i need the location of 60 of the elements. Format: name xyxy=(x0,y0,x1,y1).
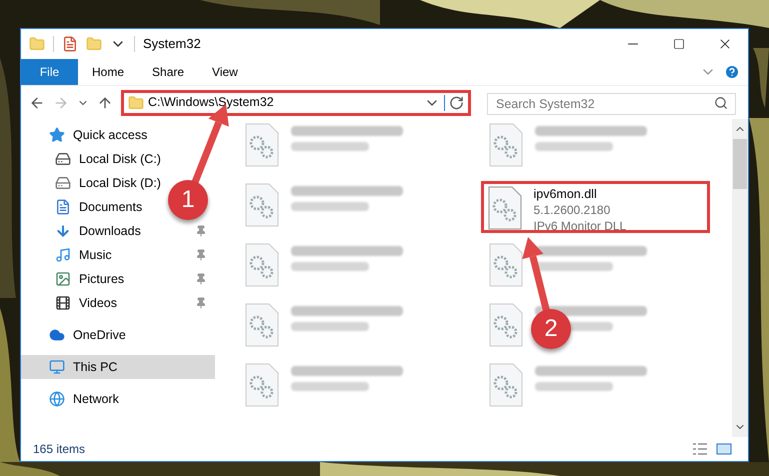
item-count: 165 items xyxy=(33,441,86,458)
pin-icon[interactable] xyxy=(195,225,207,237)
gear-file-icon xyxy=(488,186,522,230)
network-icon xyxy=(49,391,65,407)
gear-file-icon xyxy=(245,363,279,407)
sidebar-item[interactable]: Quick access xyxy=(21,123,152,147)
download-icon xyxy=(55,223,71,239)
up-button[interactable] xyxy=(97,94,113,110)
large-icons-view-icon[interactable] xyxy=(716,442,732,456)
search-field[interactable]: Search System32 xyxy=(487,92,736,114)
monitor-icon xyxy=(49,359,65,375)
gear-file-icon xyxy=(488,303,522,347)
back-button[interactable] xyxy=(29,94,45,110)
properties-icon[interactable] xyxy=(62,36,78,52)
gear-file-icon xyxy=(245,303,279,347)
gear-file-icon xyxy=(245,183,279,227)
scroll-thumb[interactable] xyxy=(733,139,747,189)
ribbon-tab[interactable]: Home xyxy=(78,59,138,85)
sidebar-item[interactable]: This PC xyxy=(21,355,215,379)
gear-file-icon xyxy=(488,363,522,407)
sidebar-item[interactable]: Downloads xyxy=(21,219,145,243)
address-path: C:\Windows\System32 xyxy=(148,94,275,112)
gear-file-icon xyxy=(488,123,522,167)
refresh-button[interactable] xyxy=(444,94,464,110)
drive-icon xyxy=(55,151,71,167)
folder-icon xyxy=(128,94,144,110)
ribbon-tab[interactable]: Share xyxy=(138,59,198,85)
file-detail: IPv6 Monitor DLL xyxy=(534,218,626,234)
drive-icon xyxy=(55,175,71,191)
film-icon xyxy=(55,295,71,311)
details-view-icon[interactable] xyxy=(692,442,708,456)
gear-file-icon xyxy=(245,243,279,287)
sidebar-item[interactable]: Videos xyxy=(21,291,121,315)
help-icon[interactable] xyxy=(724,64,740,80)
star-icon xyxy=(49,127,65,143)
cloud-icon xyxy=(49,327,65,343)
sidebar-item[interactable]: Local Disk (D:) xyxy=(21,171,165,195)
pin-icon[interactable] xyxy=(195,249,207,261)
file-item[interactable]: ipv6mon.dll 5.1.2600.2180 IPv6 Monitor DLL xyxy=(480,181,710,233)
sidebar-item[interactable]: Pictures xyxy=(21,267,128,291)
file-detail: 5.1.2600.2180 xyxy=(534,202,612,218)
ribbon-tab[interactable]: View xyxy=(198,59,252,85)
address-bar[interactable]: C:\Windows\System32 xyxy=(121,90,471,116)
picture-icon xyxy=(55,271,71,287)
document-icon xyxy=(55,199,71,215)
pin-icon[interactable] xyxy=(195,297,207,309)
window-title: System32 xyxy=(143,35,201,54)
sidebar-item[interactable]: OneDrive xyxy=(21,323,130,347)
file-tab[interactable]: File xyxy=(21,59,78,85)
music-icon xyxy=(55,247,71,263)
search-icon xyxy=(714,96,728,110)
sidebar-item[interactable]: Network xyxy=(21,387,123,411)
gear-file-icon xyxy=(488,243,522,287)
gear-file-icon xyxy=(245,123,279,167)
scrollbar[interactable] xyxy=(732,119,748,437)
sidebar-item[interactable]: Documents xyxy=(21,195,146,219)
sidebar-item[interactable]: Local Disk (C:) xyxy=(21,147,165,171)
sidebar-item[interactable]: Music xyxy=(21,243,116,267)
pin-icon[interactable] xyxy=(195,273,207,285)
file-name: ipv6mon.dll xyxy=(534,186,598,202)
